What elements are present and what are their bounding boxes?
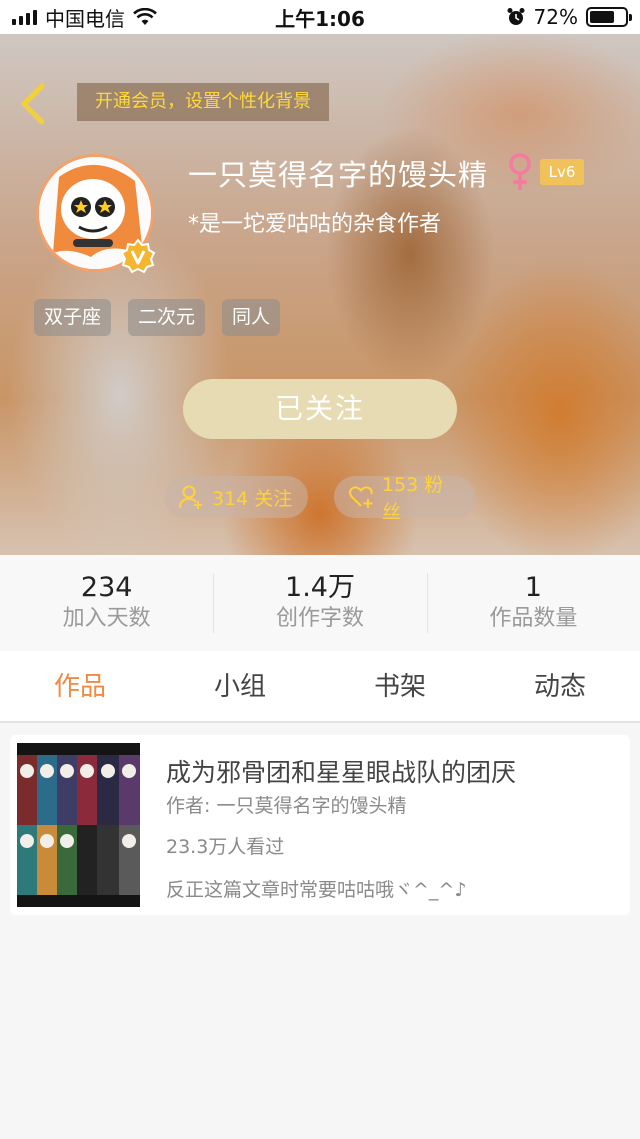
following-button[interactable]: 314 关注 [164, 476, 308, 518]
stat-word-count: 1.4万 创作字数 [213, 555, 426, 651]
tag-list: 双子座 二次元 同人 [34, 299, 281, 336]
fans-button[interactable]: 153 粉丝 [334, 474, 476, 523]
cover-art [17, 743, 140, 907]
following-count-label: 314 关注 [212, 487, 293, 510]
alarm-icon [507, 8, 525, 25]
tab-activity[interactable]: 动态 [480, 651, 640, 721]
battery-fill [590, 11, 615, 23]
stat-label: 作品数量 [489, 606, 578, 631]
work-title[interactable]: 成为邪骨团和星星眼战队的团厌 [166, 753, 516, 789]
username: 一只莫得名字的馒头精 [188, 158, 489, 192]
tab-works[interactable]: 作品 [0, 651, 160, 721]
back-icon[interactable] [16, 82, 50, 126]
work-author: 作者: 一只莫得名字的馒头精 [166, 795, 407, 817]
status-left: 中国电信 [12, 3, 157, 32]
status-right: 72% [506, 5, 632, 29]
stat-join-days: 234 加入天数 [0, 555, 213, 651]
stat-work-count: 1 作品数量 [426, 555, 640, 651]
female-icon [509, 153, 531, 190]
verified-badge-icon [120, 238, 156, 274]
stat-label: 创作字数 [275, 606, 364, 631]
tab-groups[interactable]: 小组 [160, 651, 320, 721]
user-bio: *是一坨爱咕咕的杂食作者 [188, 212, 442, 237]
stat-label: 加入天数 [62, 606, 151, 631]
stat-value: 234 [80, 572, 133, 603]
carrier-label: 中国电信 [45, 6, 125, 31]
signal-icon [12, 9, 37, 25]
stats-row: 234 加入天数 1.4万 创作字数 1 作品数量 [0, 555, 640, 651]
tab-bookshelf[interactable]: 书架 [320, 651, 480, 721]
level-badge: Lv6 [540, 159, 584, 185]
heart-add-icon [349, 486, 373, 508]
wifi-icon [133, 8, 157, 25]
profile-header: 开通会员，设置个性化背景 一只莫得名字的馒头精 Lv6 *是一坨爱咕咕的杂食作者… [0, 34, 640, 555]
stat-value: 1.4万 [285, 572, 355, 603]
status-bar: 中国电信 上午1:06 72% [0, 0, 640, 34]
tag-item[interactable]: 双子座 [34, 299, 112, 336]
follow-button[interactable]: 已关注 [183, 379, 457, 439]
fans-count-label: 153 粉丝 [381, 474, 444, 523]
tag-item[interactable]: 二次元 [128, 299, 206, 336]
work-description: 反正这篇文章时常要咕咕哦ヾ^_^♪ [166, 879, 467, 901]
stat-value: 1 [524, 572, 542, 603]
battery-percent: 72% [533, 5, 578, 29]
tag-item[interactable]: 同人 [222, 299, 281, 336]
profile-tabs: 作品 小组 书架 动态 [0, 651, 640, 723]
user-add-icon [179, 485, 202, 509]
battery-icon [586, 7, 632, 27]
work-card[interactable]: 成为邪骨团和星星眼战队的团厌 作者: 一只莫得名字的馒头精 23.3万人看过 反… [10, 735, 630, 915]
vip-background-banner[interactable]: 开通会员，设置个性化背景 [77, 83, 329, 121]
work-cover-image[interactable] [17, 743, 140, 907]
work-views: 23.3万人看过 [166, 836, 285, 858]
